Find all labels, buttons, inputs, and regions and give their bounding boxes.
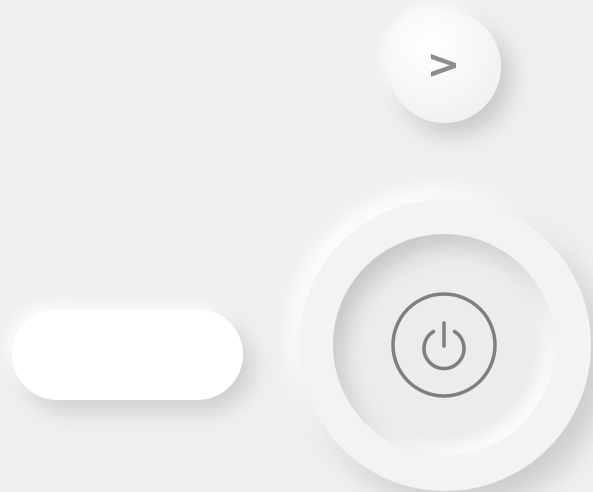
power-icon [391,292,497,398]
next-button[interactable]: > [388,10,501,123]
chevron-right-icon: > [426,41,461,88]
pill-button[interactable] [12,309,243,400]
